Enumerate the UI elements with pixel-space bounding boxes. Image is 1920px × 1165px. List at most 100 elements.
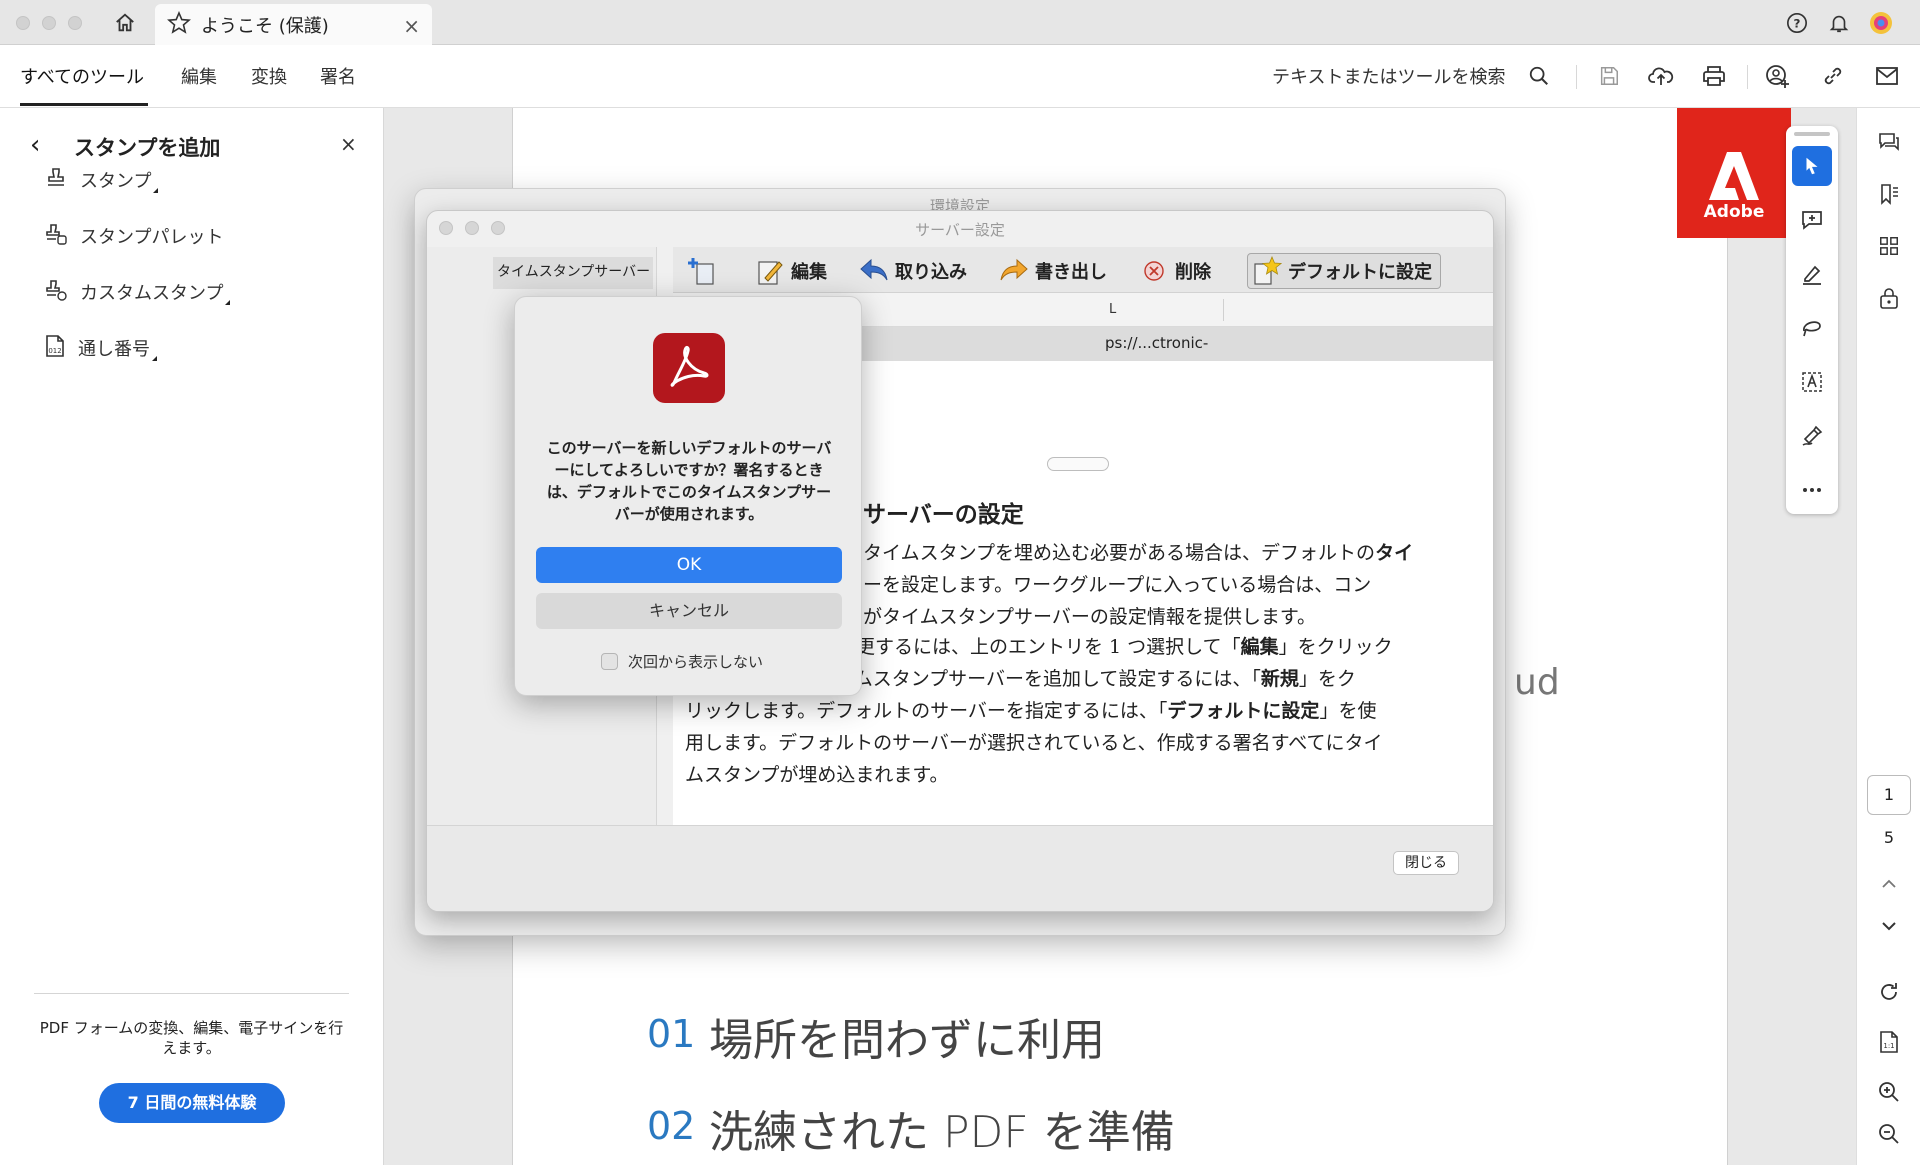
back-icon[interactable]: ‹	[30, 130, 40, 160]
actual-size-icon[interactable]: 1:1	[1873, 1026, 1905, 1058]
comments-panel-icon[interactable]	[1873, 126, 1905, 158]
toolbar-divider	[1747, 65, 1748, 89]
numbering-icon: 012	[44, 334, 66, 362]
delete-button[interactable]: 削除	[1139, 253, 1211, 289]
window-close-button[interactable]	[16, 16, 30, 30]
upload-cloud-icon[interactable]	[1646, 61, 1676, 91]
acrobat-icon	[653, 333, 725, 403]
adobe-logo-text: Adobe	[1703, 202, 1765, 222]
dialog-message: このサーバーを新しいデフォルトのサーバーにしてよろしいですか？署名するときは、デ…	[546, 439, 832, 523]
splitter-handle[interactable]	[1047, 457, 1109, 471]
flyout-indicator	[153, 188, 159, 193]
tab-title: ようこそ (保護)	[201, 15, 329, 37]
document-heading: 洗練された PDF を準備	[709, 1107, 1175, 1158]
share-user-icon[interactable]	[1763, 61, 1793, 91]
help-icon[interactable]: ?	[1784, 10, 1810, 36]
text-box-icon[interactable]	[1792, 362, 1832, 402]
lock-icon[interactable]	[1873, 282, 1905, 314]
link-icon[interactable]	[1818, 61, 1848, 91]
server-settings-title: サーバー設定	[915, 221, 1005, 239]
document-tab[interactable]: ようこそ (保護) ×	[155, 4, 432, 45]
numbering-label: 通し番号	[78, 339, 150, 360]
custom-stamp-icon	[44, 278, 68, 306]
timestamp-server-category[interactable]: タイムスタンプサーバー	[493, 257, 653, 289]
document-text-fragment: ud	[1514, 662, 1560, 703]
home-icon[interactable]	[112, 10, 138, 36]
more-tools-icon[interactable]	[1792, 470, 1832, 510]
bell-icon[interactable]	[1826, 10, 1852, 36]
right-side-panel: 1 5 1:1	[1856, 108, 1920, 1165]
stamp-tool-label: スタンプ	[80, 171, 152, 192]
flyout-indicator	[152, 356, 157, 361]
chevron-down-icon[interactable]	[1873, 910, 1905, 942]
add-comment-icon[interactable]	[1792, 200, 1832, 240]
mail-icon[interactable]	[1872, 61, 1902, 91]
custom-stamp-label: カスタムスタンプ	[80, 283, 224, 304]
toolbar-divider	[1576, 65, 1577, 89]
save-icon[interactable]	[1594, 61, 1624, 91]
panel-divider	[34, 993, 349, 994]
highlight-pen-icon[interactable]	[1792, 254, 1832, 294]
window-zoom-button[interactable]	[68, 16, 82, 30]
cancel-button[interactable]: キャンセル	[536, 593, 842, 629]
adobe-logo: Adobe	[1677, 108, 1791, 238]
column-header-url[interactable]: L	[1109, 302, 1116, 317]
menu-convert[interactable]: 変換	[251, 63, 287, 89]
panel-close-icon[interactable]: ×	[340, 132, 357, 156]
menu-sign[interactable]: 署名	[320, 63, 356, 89]
export-arrow-icon	[999, 256, 1029, 286]
chevron-up-icon[interactable]	[1873, 868, 1905, 900]
set-default-button[interactable]: デフォルトに設定	[1247, 253, 1441, 289]
flyout-indicator	[225, 300, 231, 305]
rotate-icon[interactable]	[1873, 976, 1905, 1008]
export-label: 書き出し	[1035, 262, 1107, 283]
zoom-out-icon[interactable]	[1873, 1118, 1905, 1150]
server-window-footer	[427, 825, 1493, 911]
export-button[interactable]: 書き出し	[999, 253, 1107, 289]
current-page-input[interactable]: 1	[1867, 775, 1911, 815]
zoom-in-icon[interactable]	[1873, 1076, 1905, 1108]
sign-icon[interactable]	[1792, 416, 1832, 456]
ok-button[interactable]: OK	[536, 547, 842, 583]
tab-close-icon[interactable]: ×	[403, 14, 420, 38]
main-toolbar: すべてのツール 編集 変換 署名 テキストまたはツールを検索	[0, 45, 1920, 108]
edit-label: 編集	[791, 262, 827, 283]
rail-drag-handle[interactable]	[1794, 132, 1830, 136]
star-icon[interactable]	[167, 10, 191, 39]
numbering-item[interactable]: 012 通し番号	[44, 333, 157, 363]
thumbnails-panel-icon[interactable]	[1873, 230, 1905, 262]
bookmarks-panel-icon[interactable]	[1873, 178, 1905, 210]
import-label: 取り込み	[895, 262, 967, 283]
import-arrow-icon	[859, 256, 889, 286]
import-button[interactable]: 取り込み	[859, 253, 967, 289]
dont-show-again-option[interactable]: 次回から表示しない	[601, 651, 763, 672]
help-heading: サーバーの設定	[863, 501, 1024, 528]
search-icon[interactable]	[1524, 61, 1554, 91]
print-icon[interactable]	[1699, 61, 1729, 91]
set-default-label: デフォルトに設定	[1288, 262, 1432, 283]
window-minimize-button[interactable]	[42, 16, 56, 30]
edit-icon	[755, 256, 785, 286]
menu-edit[interactable]: 編集	[181, 63, 217, 89]
default-star-icon	[1252, 256, 1282, 286]
search-label[interactable]: テキストまたはツールを検索	[1272, 63, 1505, 89]
freehand-draw-icon[interactable]	[1792, 308, 1832, 348]
free-trial-button[interactable]: 7 日間の無料体験	[99, 1083, 285, 1123]
edit-server-button[interactable]: 編集	[755, 253, 827, 289]
stamp-tool-item[interactable]: スタンプ	[44, 165, 159, 195]
menu-all-tools[interactable]: すべてのツール	[20, 63, 144, 89]
delete-icon	[1139, 256, 1169, 286]
server-toolbar: 編集 取り込み 書き出し 削除 デフォルトに設定	[673, 247, 1493, 293]
dont-show-again-label: 次回から表示しない	[628, 653, 764, 671]
total-pages: 5	[1883, 828, 1895, 847]
select-tool-button[interactable]	[1792, 146, 1832, 186]
stamp-panel: ‹ スタンプを追加 × スタンプ スタンプパレット カスタムスタンプ 012 通…	[0, 108, 384, 1165]
close-button[interactable]: 閉じる	[1393, 851, 1459, 875]
stamp-palette-label: スタンプパレット	[80, 227, 224, 248]
custom-stamp-item[interactable]: カスタムスタンプ	[44, 277, 231, 307]
dont-show-again-checkbox[interactable]	[601, 653, 618, 670]
stamp-palette-item[interactable]: スタンプパレット	[44, 221, 223, 251]
avatar[interactable]	[1868, 10, 1894, 36]
list-number: 01	[647, 1012, 696, 1056]
new-server-button[interactable]	[687, 253, 723, 289]
